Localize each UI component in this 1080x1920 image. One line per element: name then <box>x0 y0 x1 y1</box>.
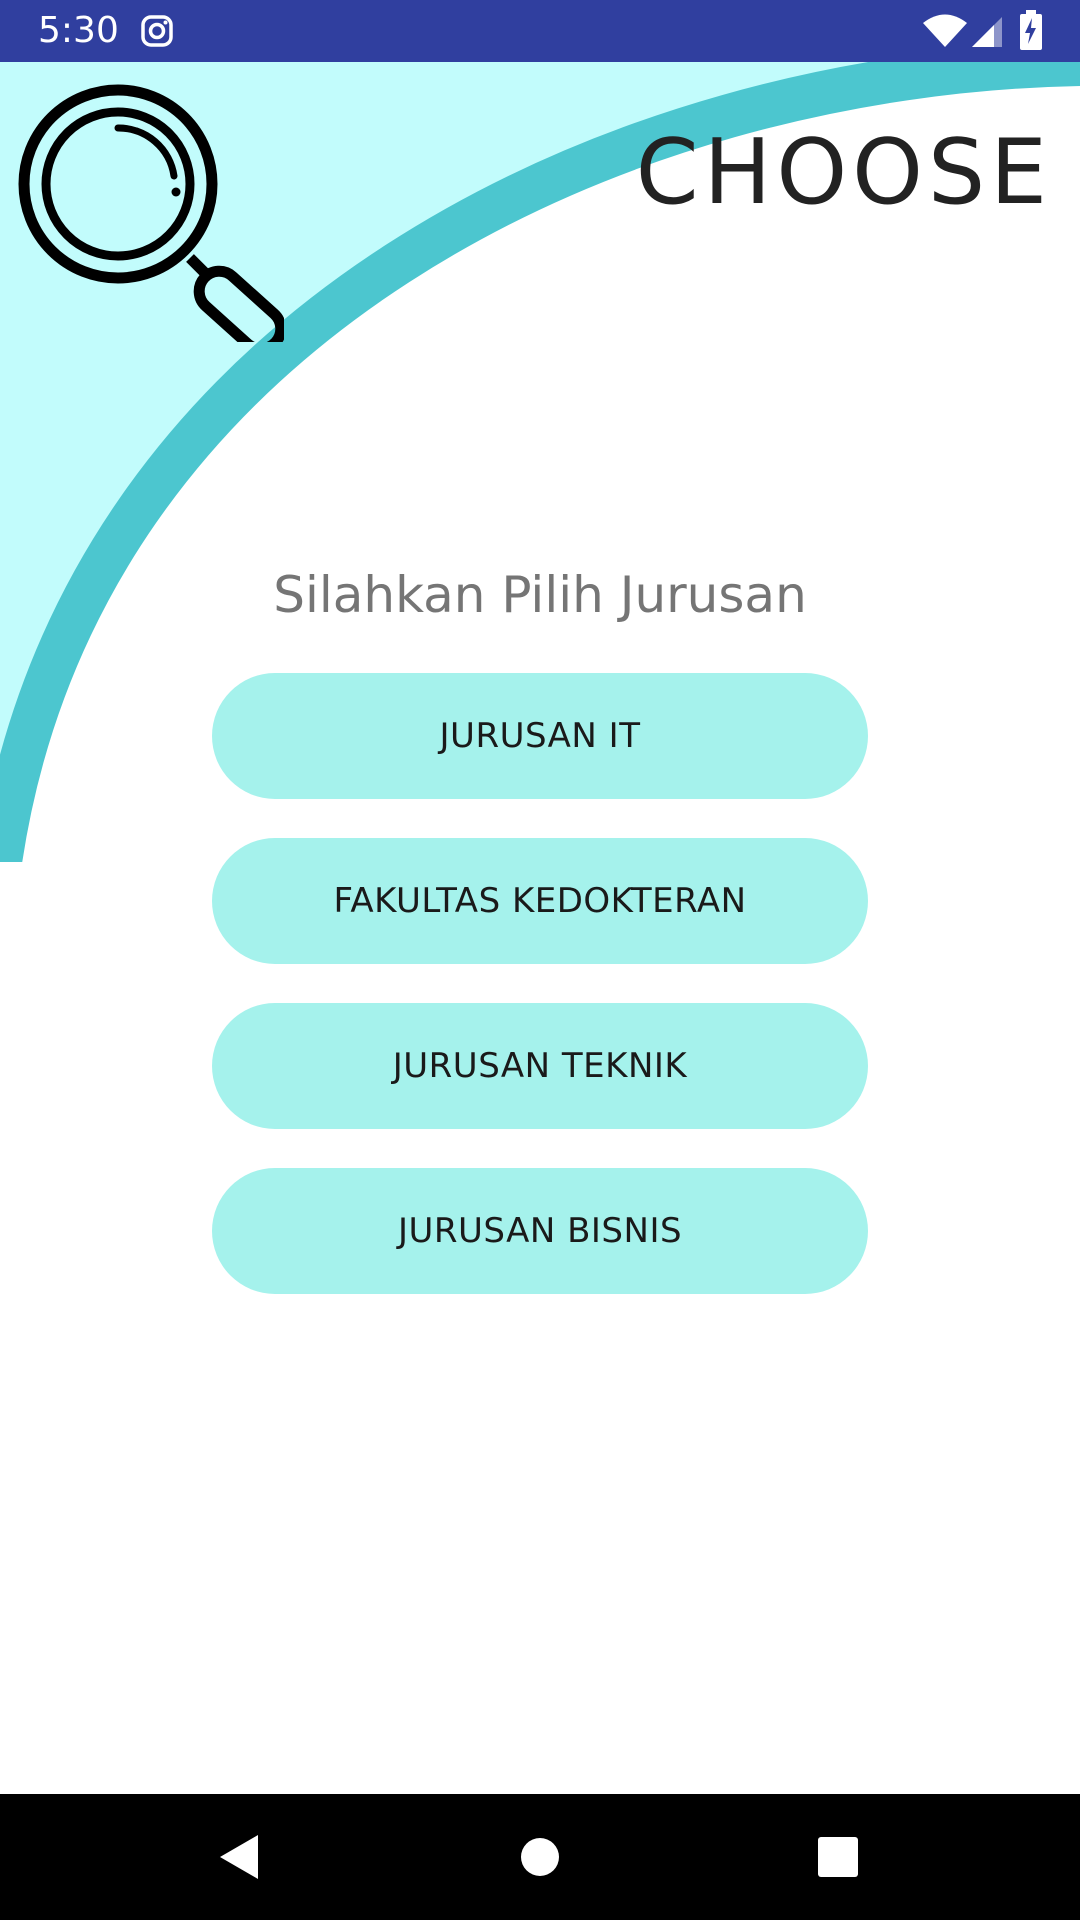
choose-title: CHOOSE <box>635 120 1052 225</box>
recents-icon <box>818 1837 858 1877</box>
home-button[interactable] <box>465 1794 615 1920</box>
navigation-bar <box>0 1794 1080 1920</box>
battery-charging-icon <box>1020 10 1042 50</box>
status-bar: 5:30 <box>0 0 1080 62</box>
magnifier-icon <box>18 84 284 342</box>
signal-icon <box>972 17 1002 47</box>
fakultas-kedokteran-button[interactable]: FAKULTAS KEDOKTERAN <box>212 838 868 964</box>
jurusan-it-button[interactable]: JURUSAN IT <box>212 673 868 799</box>
status-time: 5:30 <box>38 10 119 51</box>
back-button[interactable] <box>165 1794 315 1920</box>
instagram-icon <box>141 15 173 47</box>
back-icon <box>220 1835 258 1879</box>
choose-prompt: Silahkan Pilih Jurusan <box>273 566 807 624</box>
recents-button[interactable] <box>763 1794 913 1920</box>
jurusan-teknik-button[interactable]: JURUSAN TEKNIK <box>212 1003 868 1129</box>
app-screen: 5:30 CHOOSE Silahkan Pilih Jurusan JURUS… <box>0 0 1080 1920</box>
home-icon <box>521 1838 559 1876</box>
wifi-icon <box>923 14 967 47</box>
jurusan-bisnis-button[interactable]: JURUSAN BISNIS <box>212 1168 868 1294</box>
